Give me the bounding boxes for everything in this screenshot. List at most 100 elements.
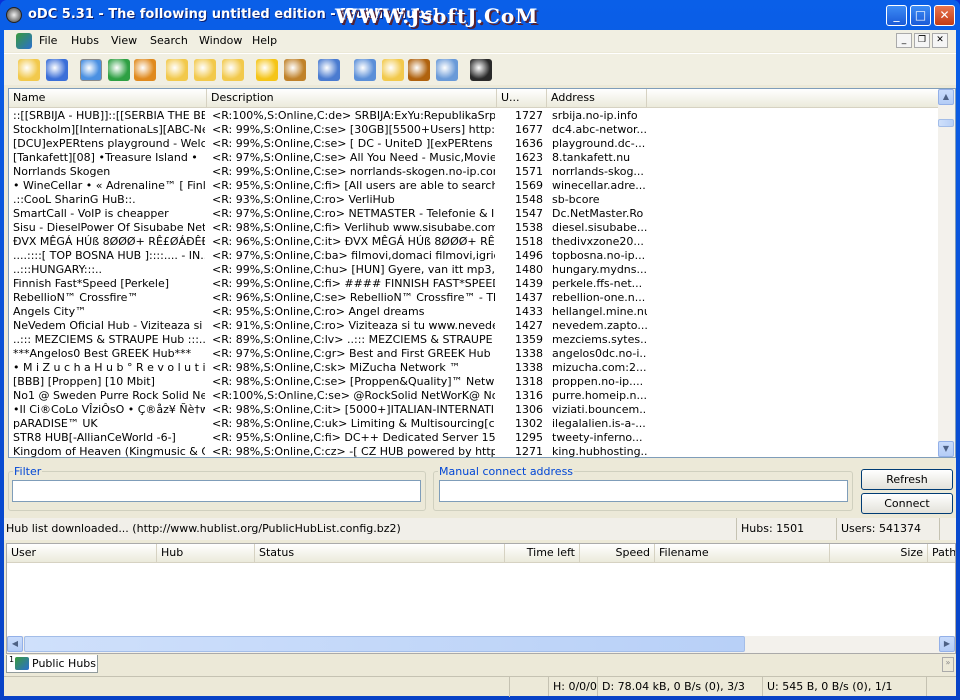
col-name[interactable]: Name	[9, 89, 207, 107]
hub-list-scrollbar[interactable]: ▲ ▼	[938, 89, 955, 457]
search-icon[interactable]	[354, 59, 376, 81]
transfer-hscrollbar[interactable]: ◀ ▶	[7, 636, 955, 653]
menu-window[interactable]: Window	[199, 34, 242, 47]
hub-row[interactable]: [Tankafett][08] •Treasure Island • <R: 97…	[9, 151, 939, 165]
favorite-hubs-icon[interactable]	[256, 59, 278, 81]
menu-search[interactable]: Search	[150, 34, 188, 47]
hub-description: <R: 95%,S:Online,C:ro> Angel dreams	[212, 305, 425, 318]
hub-row[interactable]: ***Angelos0 Best GREEK Hub*** <R: 97%,S:O…	[9, 347, 939, 361]
col-speed[interactable]: Speed	[580, 544, 655, 562]
hub-description: <R:100%,S:Online,C:de> SRBIJA:ExYu:Repub…	[212, 109, 495, 122]
minimize-button[interactable]: _	[886, 5, 907, 26]
settings-icon[interactable]	[46, 59, 68, 81]
hub-row[interactable]: NeVedem Oficial Hub - Viziteaza si tu ..…	[9, 319, 939, 333]
hub-address: hungary.mydns...	[552, 263, 647, 276]
col-path[interactable]: Path	[928, 544, 955, 562]
mdi-restore-button[interactable]: ❐	[914, 33, 930, 48]
hub-row[interactable]: [DCU]exPERtens playground - Welco... <R: …	[9, 137, 939, 151]
hub-users: 1359	[515, 333, 543, 346]
col-size[interactable]: Size	[830, 544, 928, 562]
hub-row[interactable]: ..:::HUNGARY:::.. <R: 99%,S:Online,C:hu> …	[9, 263, 939, 277]
hub-description: <R: 99%,S:Online,C:se> [ DC - UniteD ][e…	[212, 137, 495, 150]
hub-row[interactable]: ....::::[ TOP BOSNA HUB ]::::.... - IN..…	[9, 249, 939, 263]
app-window: oDC 5.31 - The following untitled editio…	[0, 0, 960, 700]
hub-row[interactable]: Kingdom of Heaven (Kingmusic & Gam... <R:…	[9, 445, 939, 457]
hub-name: ....::::[ TOP BOSNA HUB ]::::.... - IN..…	[13, 249, 205, 262]
hub-window-icon[interactable]	[16, 33, 32, 49]
public-hubs-icon[interactable]	[80, 59, 102, 81]
system-log-icon[interactable]	[470, 59, 492, 81]
menu-view[interactable]: View	[111, 34, 137, 47]
hub-description: <R: 99%,S:Online,C:fi> #### FINNISH FAST…	[212, 277, 495, 290]
hub-row[interactable]: ::[[SRBIJA - HUB]]::[[SERBIA THE BE... <R…	[9, 109, 939, 123]
status-bar: H: 0/0/0 D: 78.04 kB, 0 B/s (0), 3/3 U: …	[4, 676, 956, 697]
mdi-minimize-button[interactable]: _	[896, 33, 912, 48]
hub-users: 1318	[515, 375, 543, 388]
hub-name: • M i Z u c h a H u b ° R e v o l u t i …	[13, 361, 205, 374]
search-spy-icon[interactable]	[408, 59, 430, 81]
col-users[interactable]: U...	[497, 89, 547, 107]
resize-grip[interactable]	[926, 677, 931, 696]
status-upload: U: 545 B, 0 B/s (0), 1/1	[762, 677, 893, 696]
col-address[interactable]: Address	[547, 89, 647, 107]
scroll-left-button[interactable]: ◀	[7, 636, 23, 652]
hub-row[interactable]: ..::: MEZCIEMS & STRAUPE Hub :::.. <R: 89…	[9, 333, 939, 347]
hub-row[interactable]: SmartCall - VoIP is cheapper <R: 97%,S:On…	[9, 207, 939, 221]
hub-row[interactable]: Angels City™ <R: 95%,S:Online,C:ro> Angel…	[9, 305, 939, 319]
hub-row[interactable]: Stockholm][InternationaLs][ABC-Net... <R:…	[9, 123, 939, 137]
col-hub[interactable]: Hub	[157, 544, 255, 562]
hub-row[interactable]: • M i Z u c h a H u b ° R e v o l u t i …	[9, 361, 939, 375]
menu-help[interactable]: Help	[252, 34, 277, 47]
scroll-thumb[interactable]	[938, 119, 954, 127]
col-status[interactable]: Status	[255, 544, 505, 562]
tab-overflow-button[interactable]: »	[942, 657, 954, 672]
refresh-list-icon[interactable]	[194, 59, 216, 81]
hub-description: <R: 97%,S:Online,C:gr> Best and First GR…	[212, 347, 491, 360]
filter-input[interactable]	[12, 480, 421, 502]
hub-row[interactable]: RebellioN™ Crossfire™ <R: 96%,S:Online,C:…	[9, 291, 939, 305]
follow-redirect-icon[interactable]	[134, 59, 156, 81]
status-message: Hub list downloaded... (http://www.hubli…	[6, 522, 401, 535]
tab-public-hubs[interactable]: 1 Public Hubs	[6, 655, 98, 673]
adl-search-icon[interactable]	[382, 59, 404, 81]
hub-row[interactable]: [BBB] [Proppen] [10 Mbit] <R: 98%,S:Onlin…	[9, 375, 939, 389]
hub-row[interactable]: Sisu - DieselPower Of Sisubabe Netw... <R…	[9, 221, 939, 235]
col-description[interactable]: Description	[207, 89, 497, 107]
scroll-down-button[interactable]: ▼	[938, 441, 954, 457]
notepad-icon[interactable]	[318, 59, 340, 81]
col-time-left[interactable]: Time left	[505, 544, 580, 562]
close-button[interactable]: ✕	[934, 5, 955, 26]
hub-row[interactable]: •Il Ci®CoLo VÎziÔsO • Ç®åz¥ Ñè†w... <R: 9…	[9, 403, 939, 417]
hub-row[interactable]: Finnish Fast*Speed [Perkele] <R: 99%,S:On…	[9, 277, 939, 291]
hscroll-thumb[interactable]	[24, 636, 745, 652]
hub-row[interactable]: pARADISE™ UK <R: 98%,S:Online,C:uk> Limit…	[9, 417, 939, 431]
favorite-users-icon[interactable]	[284, 59, 306, 81]
hub-address: mizucha.com:2...	[552, 361, 647, 374]
col-user[interactable]: User	[7, 544, 157, 562]
mdi-close-button[interactable]: ✕	[932, 33, 948, 48]
col-filename[interactable]: Filename	[655, 544, 830, 562]
network-stats-icon[interactable]	[436, 59, 458, 81]
reconnect-icon[interactable]	[108, 59, 130, 81]
manual-connect-group: Manual connect address	[433, 465, 853, 511]
hub-users: 1569	[515, 179, 543, 192]
refresh-button[interactable]: Refresh	[861, 469, 953, 490]
hub-row[interactable]: No1 @ Sweden Purre Rock Solid Net... <R:1…	[9, 389, 939, 403]
hub-address: norrlands-skog...	[552, 165, 644, 178]
hub-row[interactable]: • WineCellar • « Adrenaline™ [ Finlan...…	[9, 179, 939, 193]
open-filelist-icon[interactable]	[18, 59, 40, 81]
hub-row[interactable]: STR8 HUB[-AllianCeWorld -6-] <R: 95%,S:On…	[9, 431, 939, 445]
maximize-button[interactable]: □	[910, 5, 931, 26]
hub-row[interactable]: .::CooL SharinG HuB::. <R: 93%,S:Online,C…	[9, 193, 939, 207]
match-queue-icon[interactable]	[222, 59, 244, 81]
connect-button[interactable]: Connect	[861, 493, 953, 514]
manual-connect-input[interactable]	[439, 480, 848, 502]
hub-row[interactable]: Norrlands Skogen <R: 99%,S:Online,C:se> n…	[9, 165, 939, 179]
hub-description: <R: 98%,S:Online,C:fi> Verlihub www.sisu…	[212, 221, 495, 234]
menu-hubs[interactable]: Hubs	[71, 34, 99, 47]
scroll-up-button[interactable]: ▲	[938, 89, 954, 105]
menu-file[interactable]: File	[39, 34, 57, 47]
open-own-list-icon[interactable]	[166, 59, 188, 81]
hub-row[interactable]: ÐVX MÊGÁ HÚß 8ØØØ+ RÊ£ØÁÐÊÐ ... <R: 96%,S…	[9, 235, 939, 249]
scroll-right-button[interactable]: ▶	[939, 636, 955, 652]
